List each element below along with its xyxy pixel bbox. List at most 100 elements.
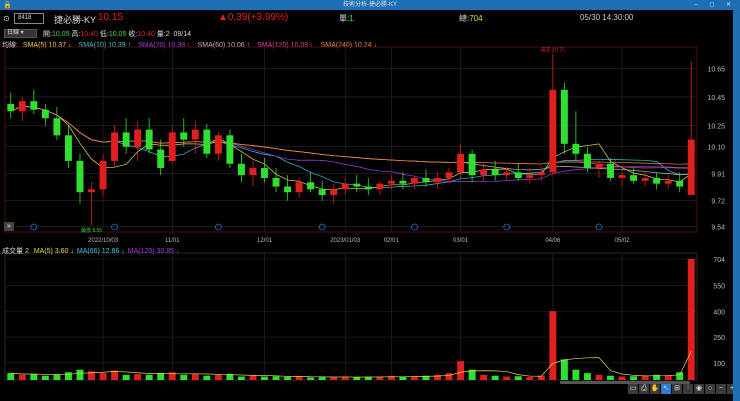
toolbar-button[interactable]: ○: [705, 384, 715, 394]
candle-body: [168, 132, 176, 161]
volume-legend-value: 2: [24, 248, 29, 255]
candle-body: [526, 175, 534, 178]
volume-bar: [284, 376, 292, 380]
toolbar-button[interactable]: ▭: [628, 384, 638, 394]
expand-panel-button[interactable]: »: [4, 222, 14, 231]
candle-body: [549, 89, 557, 173]
volume-tick-label: 550: [713, 283, 725, 290]
volume-bar: [353, 377, 361, 380]
volume-bar: [445, 373, 453, 380]
candle-body: [214, 135, 222, 154]
date-tick-label: 11/01: [165, 238, 180, 244]
volume-bar: [191, 373, 199, 380]
volume-bar: [618, 376, 626, 380]
side-scrollbar[interactable]: [733, 10, 740, 401]
volume-bar: [595, 374, 603, 380]
candle-body: [64, 135, 72, 161]
toolbar-button[interactable]: ⫶: [683, 384, 693, 394]
volume-bar: [203, 375, 211, 380]
volume-bar: [503, 376, 511, 380]
candle-body: [191, 129, 199, 140]
candle-body: [687, 139, 695, 196]
volume-bar: [64, 372, 72, 380]
price-tick-label: 10.10: [707, 145, 725, 152]
volume-bar: [676, 372, 684, 380]
low-annotation: 最低 9.55: [81, 227, 102, 234]
price-tick-label: 10.25: [707, 123, 725, 130]
volume-bar: [399, 376, 407, 380]
toolbar-button[interactable]: −: [716, 384, 726, 394]
event-marker-icon: [595, 223, 603, 231]
price-chart[interactable]: 10.65 10.45 10.25 10.10 9.91 9.72 9.54 704 550 40…: [0, 0, 733, 384]
volume-tick-label: 250: [713, 335, 725, 342]
volume-tick-label: 400: [713, 309, 725, 316]
candle-body: [560, 89, 568, 144]
candle-body: [376, 183, 384, 190]
candle-body: [410, 177, 418, 184]
candle-body: [318, 189, 326, 196]
volume-legend-label: 成交量: [2, 248, 23, 255]
volume-bar: [307, 377, 315, 380]
date-tick-label: 2023/01/03: [330, 238, 361, 244]
candle-body: [676, 180, 684, 187]
candle-body: [641, 177, 649, 181]
candle-body: [226, 135, 234, 164]
candle-body: [491, 169, 499, 176]
toolbar-button[interactable]: ⊞: [672, 384, 682, 394]
volume-bar: [53, 374, 61, 380]
event-marker-icon: [111, 223, 118, 231]
price-tick-label: 9.54: [711, 224, 725, 231]
candle-body: [18, 101, 26, 112]
candle-body: [157, 149, 165, 169]
volume-bar: [295, 376, 303, 380]
candle-body: [445, 172, 453, 178]
volume-bar: [526, 376, 534, 380]
date-tick-label: 2022/10/03: [88, 238, 119, 244]
candle-body: [457, 153, 465, 173]
volume-bar: [134, 373, 142, 380]
volume-bar: [549, 311, 557, 380]
volume-bar: [330, 377, 338, 380]
candle-body: [341, 183, 349, 190]
date-tick-label: 03/01: [453, 238, 469, 244]
toolbar-button[interactable]: ◉: [694, 384, 704, 394]
volume-bar: [111, 370, 119, 380]
candle-body: [261, 168, 268, 178]
candle-body: [503, 172, 511, 176]
price-tick-label: 10.45: [707, 95, 725, 102]
candle-body: [607, 163, 614, 178]
candle-body: [572, 143, 580, 154]
candle-body: [653, 177, 661, 184]
volume-bar: [572, 369, 580, 380]
volume-tick-label: 100: [713, 361, 725, 368]
volume-bar: [687, 259, 695, 380]
toolbar-button[interactable]: ⎙: [639, 384, 649, 394]
candle-body: [514, 172, 522, 178]
price-pane-frame: [4, 46, 698, 233]
volume-tick-label: 704: [713, 257, 725, 264]
volume-bar: [630, 376, 638, 380]
volume-bar: [76, 369, 84, 380]
candle-body: [295, 182, 303, 193]
candle-body: [330, 189, 338, 196]
high-annotation: 最高 10.75: [541, 46, 565, 53]
volume-bar: [480, 374, 488, 380]
candle-body: [88, 189, 95, 193]
candle-body: [307, 182, 315, 190]
candle-body: [537, 172, 545, 176]
date-tick-label: 05/02: [615, 238, 631, 244]
candle-body: [387, 180, 395, 184]
volume-bar: [7, 373, 15, 380]
candle-body: [664, 180, 672, 184]
toolbar-button[interactable]: ↖: [661, 384, 671, 394]
candle-body: [53, 118, 61, 136]
legend-item: MA(5) 3.60 ↓: [33, 248, 74, 255]
volume-bar: [214, 374, 222, 380]
candle-body: [249, 168, 257, 176]
candle-body: [618, 175, 626, 178]
volume-bar: [457, 361, 465, 380]
candle-body: [353, 183, 361, 187]
candle-body: [422, 177, 430, 183]
event-marker-icon: [214, 223, 222, 231]
toolbar-button[interactable]: ✋: [650, 384, 660, 394]
